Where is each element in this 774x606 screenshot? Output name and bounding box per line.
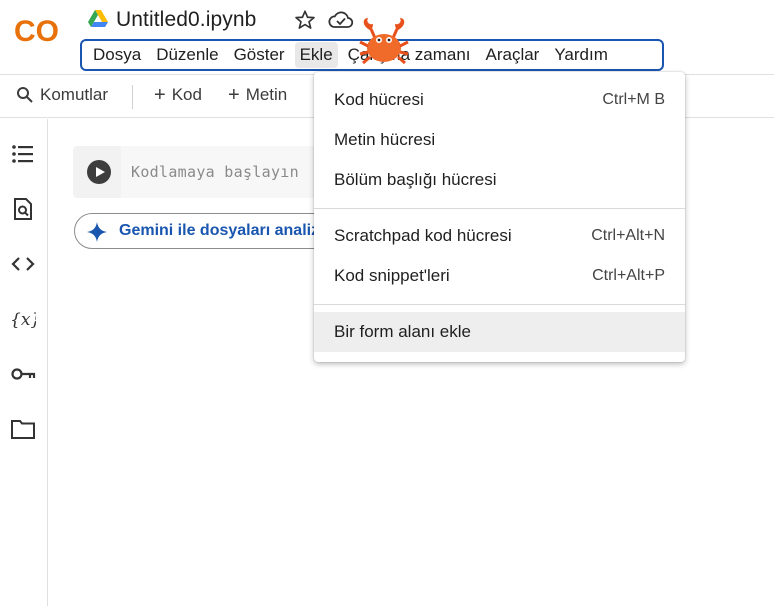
option-label: Bölüm başlığı hücresi: [334, 170, 497, 189]
add-text-button[interactable]: + Metin: [228, 85, 287, 105]
table-of-contents-icon[interactable]: [10, 141, 36, 167]
insert-menu-dropdown: Kod hücresi Ctrl+M B Metin hücresi Bölüm…: [314, 72, 685, 362]
menu-divider: [314, 208, 685, 209]
option-label: Kod snippet'leri: [334, 266, 450, 285]
commands-button[interactable]: Komutlar: [16, 85, 108, 105]
code-cell-placeholder: Kodlamaya başlayın: [131, 163, 299, 181]
menu-araclar[interactable]: Araçlar: [481, 42, 545, 68]
menu-option-scratchpad-cell[interactable]: Scratchpad kod hücresi Ctrl+Alt+N: [314, 216, 685, 256]
plus-icon: +: [228, 84, 240, 106]
files-folder-icon[interactable]: [10, 416, 36, 442]
gemini-button-label: Gemini ile dosyaları analiz et: [119, 222, 338, 239]
menu-option-text-cell[interactable]: Metin hücresi: [314, 120, 685, 160]
menu-option-add-form-field[interactable]: Bir form alanı ekle: [314, 312, 685, 352]
option-label: Kod hücresi: [334, 90, 424, 109]
variables-icon[interactable]: {x}: [10, 306, 36, 332]
option-label: Metin hücresi: [334, 130, 436, 149]
menu-goster[interactable]: Göster: [229, 42, 290, 68]
option-label: Bir form alanı ekle: [334, 322, 471, 341]
menu-duzenle[interactable]: Düzenle: [151, 42, 223, 68]
menu-dosya[interactable]: Dosya: [88, 42, 146, 68]
menu-ekle[interactable]: Ekle: [294, 42, 338, 68]
star-icon[interactable]: [294, 9, 316, 31]
colab-logo-text: CO: [14, 15, 59, 46]
cloud-saved-icon[interactable]: [328, 9, 354, 31]
menu-option-section-header-cell[interactable]: Bölüm başlığı hücresi: [314, 160, 685, 200]
menu-yardim[interactable]: Yardım: [549, 42, 613, 68]
run-cell-button[interactable]: [87, 160, 111, 184]
colab-logo[interactable]: CO: [14, 14, 68, 46]
notebook-title[interactable]: Untitled0.ipynb: [116, 8, 256, 32]
toolbar-divider: [132, 85, 133, 109]
search-icon: [17, 87, 33, 103]
gemini-sparkle-icon: [87, 222, 107, 242]
svg-text:{x}: {x}: [10, 310, 36, 330]
secrets-key-icon[interactable]: [10, 361, 36, 387]
find-icon[interactable]: [10, 196, 36, 222]
commands-label: Komutlar: [40, 85, 109, 104]
option-shortcut: Ctrl+M B: [602, 91, 665, 108]
menu-option-code-cell[interactable]: Kod hücresi Ctrl+M B: [314, 80, 685, 120]
menu-option-code-snippets[interactable]: Kod snippet'leri Ctrl+Alt+P: [314, 256, 685, 296]
option-shortcut: Ctrl+Alt+N: [591, 227, 665, 244]
menu-divider: [314, 304, 685, 305]
option-shortcut: Ctrl+Alt+P: [592, 267, 665, 284]
google-drive-icon[interactable]: [88, 10, 108, 28]
option-label: Scratchpad kod hücresi: [334, 226, 512, 245]
code-snippets-icon[interactable]: [10, 251, 36, 277]
add-code-button[interactable]: + Kod: [154, 85, 202, 105]
crab-mascot-icon: [359, 18, 409, 65]
left-sidebar: {x}: [0, 119, 48, 606]
add-text-label: Metin: [245, 85, 288, 104]
add-code-label: Kod: [171, 85, 202, 104]
plus-icon: +: [154, 84, 166, 106]
